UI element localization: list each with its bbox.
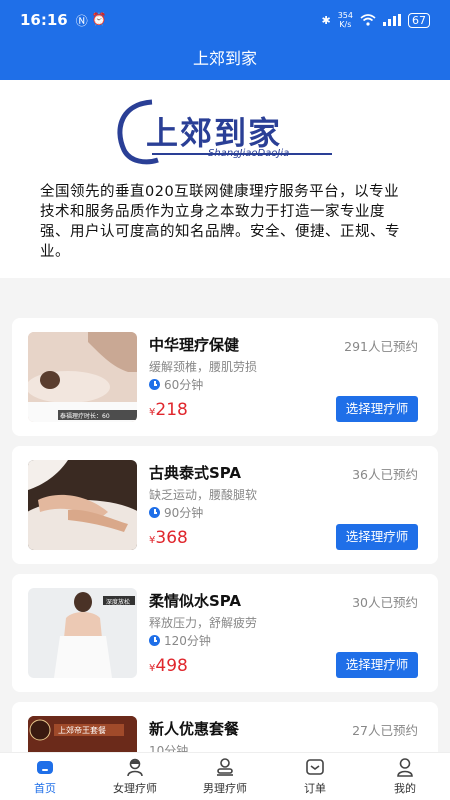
select-therapist-button[interactable]: 选择理疗师 xyxy=(336,396,418,422)
select-therapist-button[interactable]: 选择理疗师 xyxy=(336,524,418,550)
thumbnail-caption: 深度放松 xyxy=(106,599,131,606)
tab-profile[interactable]: 我的 xyxy=(360,753,450,800)
home-icon xyxy=(37,761,53,774)
service-price: ¥498 xyxy=(149,656,188,676)
profile-icon xyxy=(397,758,413,777)
thumbnail-caption: 上郊帝王套餐 xyxy=(58,726,106,735)
duration-text: 120分钟 xyxy=(164,634,211,648)
status-bar: 16:16 Ⓝ ⏰ ✱ 354 K/s 67 xyxy=(0,0,450,40)
service-desc: 缓解颈椎，腰肌劳损 xyxy=(149,360,258,374)
tab-female-therapist[interactable]: 女理疗师 xyxy=(90,753,180,800)
male-therapist-icon xyxy=(217,758,233,776)
booking-count: 291人已预约 xyxy=(344,339,418,354)
massage-photo-icon xyxy=(28,332,137,422)
bottom-tab-bar: 首页 女理疗师 男理疗师 订单 我的 xyxy=(0,752,450,800)
thumbnail-caption: 泰福理疗时长：60 xyxy=(60,413,110,420)
net-speed: 354 K/s xyxy=(338,11,353,29)
brand-logo: 上郊到家 ShangJiaoDaoJia xyxy=(112,98,344,166)
clock-icon xyxy=(149,507,160,518)
tab-home[interactable]: 首页 xyxy=(0,753,90,800)
signal-icon xyxy=(383,14,401,26)
service-thumbnail: 泰福理疗时长：60 xyxy=(28,332,137,422)
service-title: 新人优惠套餐 xyxy=(149,720,240,738)
net-speed-unit: K/s xyxy=(339,20,352,29)
spa-hands-photo-icon xyxy=(28,460,137,550)
service-thumbnail: 深度放松 xyxy=(28,588,137,678)
duration-text: 60分钟 xyxy=(164,378,204,392)
status-notification-icons: Ⓝ ⏰ xyxy=(76,12,107,29)
service-desc: 缺乏运动，腰酸腿软 xyxy=(149,488,258,502)
service-duration: 60分钟 xyxy=(149,376,203,393)
intro-section: 上郊到家 ShangJiaoDaoJia 全国领先的垂直020互联网健康理疗服务… xyxy=(0,80,450,278)
tab-label: 女理疗师 xyxy=(113,782,157,795)
service-thumbnail xyxy=(28,460,137,550)
price-value: 498 xyxy=(155,656,188,676)
tab-male-therapist[interactable]: 男理疗师 xyxy=(180,753,270,800)
nfc-icon: Ⓝ xyxy=(75,13,88,28)
booking-count: 30人已预约 xyxy=(352,595,418,610)
service-price: ¥368 xyxy=(149,528,188,548)
service-card[interactable]: 泰福理疗时长：60 中华理疗保健 291人已预约 缓解颈椎，腰肌劳损 60分钟 … xyxy=(12,318,438,436)
service-duration: 120分钟 xyxy=(149,632,211,649)
wifi-icon xyxy=(360,14,376,26)
tab-label: 订单 xyxy=(304,782,326,795)
clock-icon xyxy=(149,379,160,390)
duration-text: 90分钟 xyxy=(164,506,204,520)
tab-label: 我的 xyxy=(394,782,416,795)
status-time: 16:16 xyxy=(20,11,68,29)
logo-subtext: ShangJiaoDaoJia xyxy=(208,148,290,159)
tab-label: 男理疗师 xyxy=(203,782,247,795)
net-speed-value: 354 xyxy=(337,11,353,20)
service-title: 柔情似水SPA xyxy=(149,592,242,610)
select-therapist-button[interactable]: 选择理疗师 xyxy=(336,652,418,678)
service-duration: 90分钟 xyxy=(149,504,203,521)
tab-orders[interactable]: 订单 xyxy=(270,753,360,800)
order-icon xyxy=(306,759,324,775)
service-desc: 释放压力，舒解疲劳 xyxy=(149,616,258,630)
service-title: 古典泰式SPA xyxy=(149,464,242,482)
price-value: 218 xyxy=(155,400,188,420)
female-therapist-icon xyxy=(127,758,143,777)
status-right: ✱ 354 K/s 67 xyxy=(321,11,430,29)
price-value: 368 xyxy=(155,528,188,548)
bluetooth-icon: ✱ xyxy=(321,13,331,27)
booking-count: 36人已预约 xyxy=(352,467,418,482)
booking-count: 27人已预约 xyxy=(352,723,418,738)
intro-text: 全国领先的垂直020互联网健康理疗服务平台，以专业技术和服务品质作为立身之本致力… xyxy=(40,184,400,260)
service-card[interactable]: 古典泰式SPA 36人已预约 缺乏运动，腰酸腿软 90分钟 ¥368 选择理疗师 xyxy=(12,446,438,564)
page-title: 上郊到家 xyxy=(0,40,450,80)
battery-indicator: 67 xyxy=(408,12,430,28)
tab-label: 首页 xyxy=(34,782,56,795)
service-title: 中华理疗保健 xyxy=(149,336,240,354)
service-price: ¥218 xyxy=(149,400,188,420)
clock-icon xyxy=(149,635,160,646)
service-card[interactable]: 深度放松 柔情似水SPA 30人已预约 释放压力，舒解疲劳 120分钟 ¥498… xyxy=(12,574,438,692)
alarm-icon: ⏰ xyxy=(91,11,107,26)
